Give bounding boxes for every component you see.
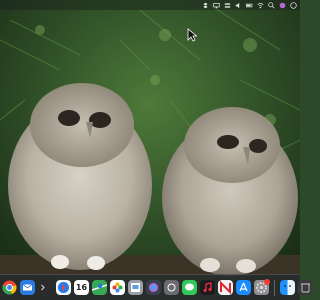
music-icon[interactable] [200, 280, 215, 295]
calendar-day-label: 16 [75, 283, 88, 292]
photos-icon[interactable] [110, 280, 125, 295]
siri-icon[interactable] [279, 2, 286, 9]
terminal-icon[interactable] [38, 280, 53, 295]
app-store-icon[interactable] [236, 280, 251, 295]
maps-icon[interactable] [92, 280, 107, 295]
notification-badge [264, 279, 270, 285]
siri-app-icon[interactable] [146, 280, 161, 295]
dropbox-icon[interactable] [202, 2, 209, 9]
mouse-pointer-icon [187, 28, 197, 42]
wifi-icon[interactable] [257, 2, 264, 9]
finder-icon[interactable] [280, 280, 295, 295]
menu-extra-icon[interactable] [290, 1, 297, 9]
messages-icon[interactable] [182, 280, 197, 295]
screenshot-icon[interactable] [164, 280, 179, 295]
battery-icon[interactable] [246, 2, 253, 9]
dock: 16 [0, 274, 313, 300]
control-center-icon[interactable] [224, 2, 231, 9]
settings-icon[interactable] [254, 279, 270, 295]
safari-icon[interactable] [56, 280, 71, 295]
search-icon[interactable] [268, 1, 275, 9]
dock-separator [274, 279, 275, 296]
mail-icon[interactable] [20, 280, 35, 295]
display-icon[interactable] [213, 2, 220, 9]
news-icon[interactable] [218, 280, 233, 295]
audio-icon[interactable] [235, 2, 242, 9]
calendar-icon[interactable]: 16 [74, 280, 89, 295]
desktop-wallpaper [0, 0, 300, 300]
chrome-icon[interactable] [2, 280, 17, 295]
trash-icon[interactable] [298, 280, 313, 295]
preview-icon[interactable] [128, 280, 143, 295]
menu-bar [0, 0, 300, 10]
